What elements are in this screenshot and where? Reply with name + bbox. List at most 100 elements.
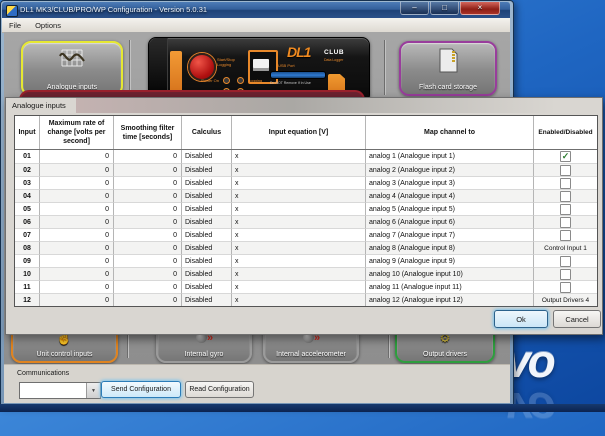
enabled-checkbox[interactable] — [560, 230, 571, 241]
enabled-checkbox[interactable] — [560, 282, 571, 293]
menu-file[interactable]: File — [2, 18, 28, 32]
cell-max_rate[interactable]: 0 — [40, 202, 114, 215]
read-configuration-button[interactable]: Read Configuration — [185, 381, 254, 398]
cell-input[interactable]: 02 — [15, 163, 40, 176]
cell-smoothing[interactable]: 0 — [114, 228, 182, 241]
cell-smoothing[interactable]: 0 — [114, 254, 182, 267]
cell-calculus[interactable]: Disabled — [182, 163, 232, 176]
cell-calculus[interactable]: Disabled — [182, 150, 232, 163]
cell-input[interactable]: 01 — [15, 150, 40, 163]
cell-map[interactable]: analog 7 (Analogue input 7) — [366, 228, 534, 241]
cell-map[interactable]: analog 9 (Analogue input 9) — [366, 254, 534, 267]
cell-map[interactable]: analog 11 (Analogue input 11) — [366, 280, 534, 293]
analogue-inputs-button[interactable]: Analogue inputs — [21, 41, 123, 96]
cell-equation[interactable]: x — [232, 150, 366, 163]
cell-max_rate[interactable]: 0 — [40, 254, 114, 267]
cell-calculus[interactable]: Disabled — [182, 202, 232, 215]
cell-smoothing[interactable]: 0 — [114, 176, 182, 189]
enabled-checkbox[interactable] — [560, 191, 571, 202]
cell-map[interactable]: analog 5 (Analogue input 5) — [366, 202, 534, 215]
cell-equation[interactable]: x — [232, 241, 366, 254]
enabled-checkbox[interactable] — [560, 165, 571, 176]
cell-max_rate[interactable]: 0 — [40, 280, 114, 293]
cell-smoothing[interactable]: 0 — [114, 163, 182, 176]
cell-input[interactable]: 06 — [15, 215, 40, 228]
cell-equation[interactable]: x — [232, 189, 366, 202]
cell-calculus[interactable]: Disabled — [182, 267, 232, 280]
cell-smoothing[interactable]: 0 — [114, 189, 182, 202]
cell-smoothing[interactable]: 0 — [114, 202, 182, 215]
cell-calculus[interactable]: Disabled — [182, 241, 232, 254]
cell-input[interactable]: 07 — [15, 228, 40, 241]
cell-calculus[interactable]: Disabled — [182, 176, 232, 189]
cell-max_rate[interactable]: 0 — [40, 267, 114, 280]
cell-input[interactable]: 05 — [15, 202, 40, 215]
cell-smoothing[interactable]: 0 — [114, 267, 182, 280]
cell-max_rate[interactable]: 0 — [40, 163, 114, 176]
titlebar[interactable]: DL1 MK3/CLUB/PRO/WP Configuration - Vers… — [2, 2, 510, 18]
cell-equation[interactable]: x — [232, 215, 366, 228]
cell-equation[interactable]: x — [232, 254, 366, 267]
cell-max_rate[interactable]: 0 — [40, 293, 114, 306]
cell-max_rate[interactable]: 0 — [40, 228, 114, 241]
cell-input[interactable]: 12 — [15, 293, 40, 306]
cell-map[interactable]: analog 3 (Analogue input 3) — [366, 176, 534, 189]
ok-button[interactable]: Ok — [494, 310, 548, 328]
cell-max_rate[interactable]: 0 — [40, 215, 114, 228]
cell-smoothing[interactable]: 0 — [114, 241, 182, 254]
cell-max_rate[interactable]: 0 — [40, 150, 114, 163]
enabled-checkbox[interactable] — [560, 269, 571, 280]
cell-input[interactable]: 08 — [15, 241, 40, 254]
enabled-checkbox[interactable]: ✓ — [560, 151, 571, 162]
cell-input[interactable]: 03 — [15, 176, 40, 189]
cell-map[interactable]: analog 4 (Analogue input 4) — [366, 189, 534, 202]
cancel-button[interactable]: Cancel — [553, 310, 601, 328]
table-row: 0300Disabledxanalog 3 (Analogue input 3) — [15, 176, 597, 189]
cell-smoothing[interactable]: 0 — [114, 215, 182, 228]
enabled-checkbox[interactable] — [560, 204, 571, 215]
cell-calculus[interactable]: Disabled — [182, 189, 232, 202]
cell-equation[interactable]: x — [232, 176, 366, 189]
cell-calculus[interactable]: Disabled — [182, 228, 232, 241]
enabled-checkbox[interactable] — [560, 256, 571, 267]
close-button[interactable]: × — [460, 2, 500, 15]
maximize-button[interactable]: □ — [430, 2, 459, 15]
cell-equation[interactable]: x — [232, 293, 366, 306]
cell-input[interactable]: 09 — [15, 254, 40, 267]
cell-calculus[interactable]: Disabled — [182, 254, 232, 267]
cell-map[interactable]: analog 12 (Analogue input 12) — [366, 293, 534, 306]
cell-equation[interactable]: x — [232, 202, 366, 215]
cell-smoothing[interactable]: 0 — [114, 150, 182, 163]
enabled-checkbox[interactable] — [560, 217, 571, 228]
table-row: 0200Disabledxanalog 2 (Analogue input 2) — [15, 163, 597, 176]
cell-map[interactable]: analog 10 (Analogue input 10) — [366, 267, 534, 280]
cell-calculus[interactable]: Disabled — [182, 215, 232, 228]
cell-max_rate[interactable]: 0 — [40, 189, 114, 202]
enabled-checkbox[interactable] — [560, 178, 571, 189]
cell-max_rate[interactable]: 0 — [40, 176, 114, 189]
cell-input[interactable]: 10 — [15, 267, 40, 280]
cell-input[interactable]: 04 — [15, 189, 40, 202]
cell-map[interactable]: analog 6 (Analogue input 6) — [366, 215, 534, 228]
cell-enabled[interactable]: Control Input 1 — [534, 241, 597, 254]
cell-calculus[interactable]: Disabled — [182, 280, 232, 293]
menu-options[interactable]: Options — [28, 18, 68, 32]
cell-equation[interactable]: x — [232, 280, 366, 293]
flash-card-storage-button[interactable]: Flash card storage — [399, 41, 497, 96]
dropdown-arrow-icon[interactable]: ▼ — [86, 383, 100, 398]
cell-map[interactable]: analog 1 (Analogue input 1) — [366, 150, 534, 163]
cell-calculus[interactable]: Disabled — [182, 293, 232, 306]
cell-equation[interactable]: x — [232, 228, 366, 241]
minimize-button[interactable]: – — [400, 2, 429, 15]
cell-map[interactable]: analog 8 (Analogue input 8) — [366, 241, 534, 254]
send-configuration-button[interactable]: Send Configuration — [101, 381, 181, 398]
cell-map[interactable]: analog 2 (Analogue input 2) — [366, 163, 534, 176]
comm-port-select[interactable]: ▼ — [19, 382, 101, 399]
cell-input[interactable]: 11 — [15, 280, 40, 293]
cell-max_rate[interactable]: 0 — [40, 241, 114, 254]
cell-equation[interactable]: x — [232, 267, 366, 280]
cell-smoothing[interactable]: 0 — [114, 280, 182, 293]
cell-smoothing[interactable]: 0 — [114, 293, 182, 306]
cell-enabled[interactable]: Output Drivers 4 — [534, 293, 597, 306]
cell-equation[interactable]: x — [232, 163, 366, 176]
